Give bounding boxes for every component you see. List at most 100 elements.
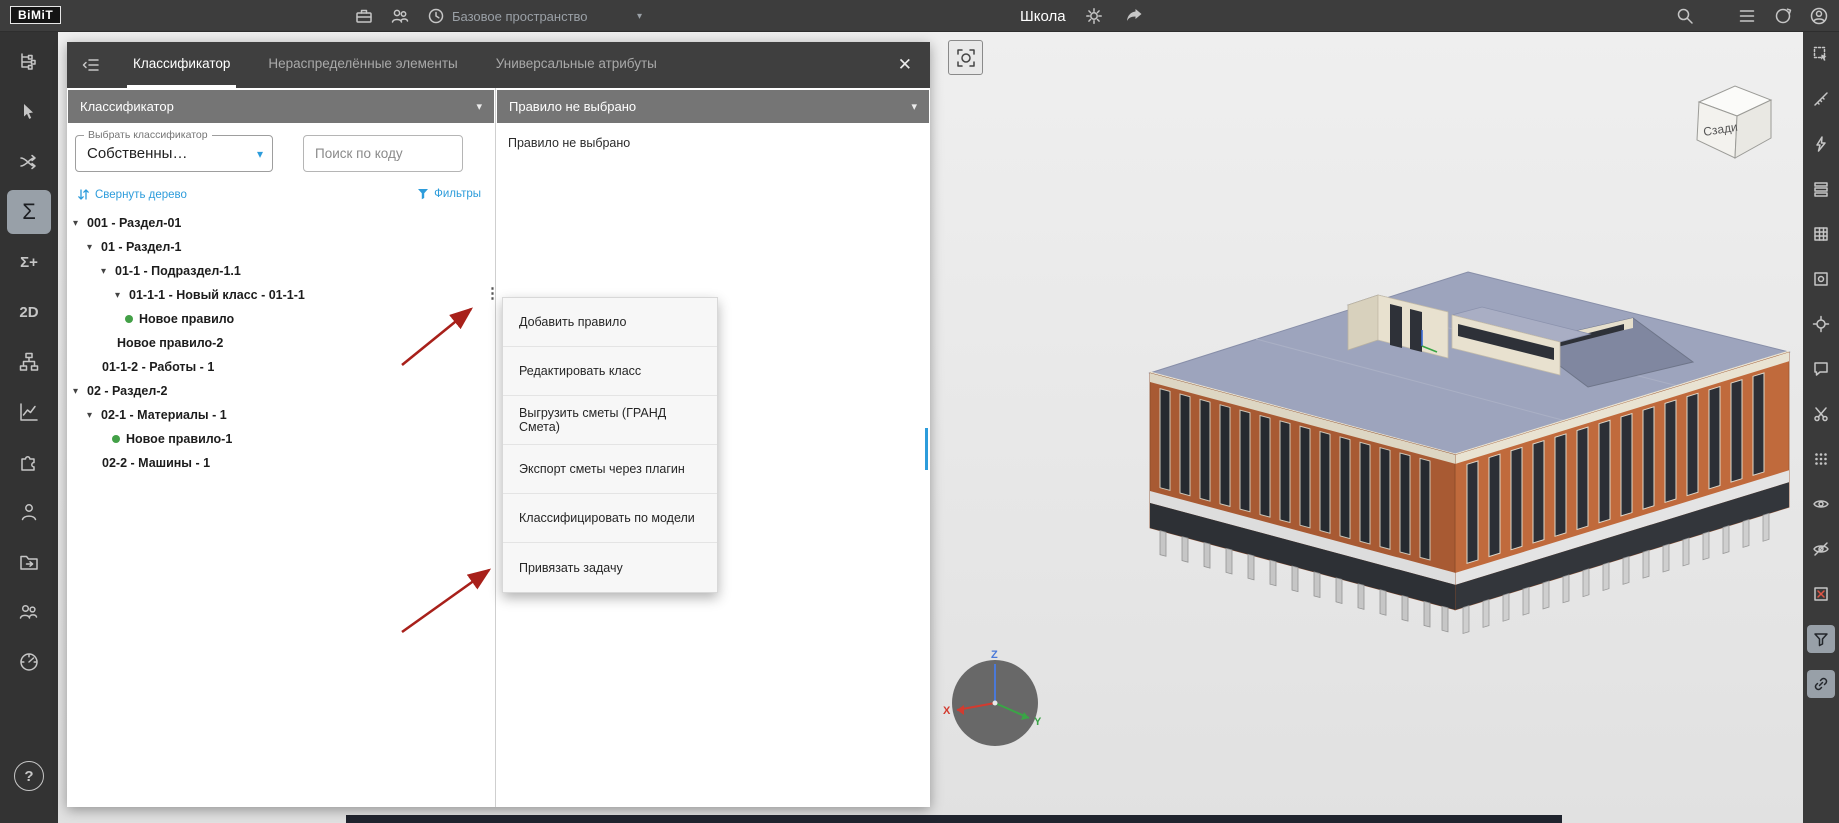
drawings-2d-button[interactable]: 2D (7, 290, 51, 334)
gear-icon (1085, 8, 1102, 24)
chevron-down-icon[interactable]: ▾ (87, 242, 101, 253)
storeys-icon (1814, 182, 1828, 197)
help-button[interactable]: ? (14, 761, 44, 791)
clear-selection-button[interactable] (1807, 580, 1835, 608)
sort-arrows-icon (78, 189, 89, 200)
rule-dot-icon (112, 435, 120, 443)
relations-button[interactable] (7, 140, 51, 184)
chevron-down-icon: ▾ (636, 10, 642, 22)
sum-plus-icon: Σ+ (20, 253, 38, 271)
region-button[interactable] (1807, 265, 1835, 293)
panel-tabbar: Классификатор Нераспределённые элементы … (67, 42, 930, 88)
classifier-section-header[interactable]: Классификатор ▾ (68, 90, 494, 123)
comment-icon (1814, 362, 1828, 376)
menu-item-classify-by-model[interactable]: Классифицировать по модели (503, 494, 717, 543)
tree-node-02-2-mashiny-1[interactable]: 02-2 - Машины - 1 (67, 451, 495, 475)
tree-node-02-1-materialy-1[interactable]: ▾ 02-1 - Материалы - 1 (67, 403, 495, 427)
rule-section-header[interactable]: Правило не выбрано ▾ (497, 90, 929, 123)
profile-button[interactable] (7, 490, 51, 534)
user-groups-button[interactable] (7, 590, 51, 634)
tab-unallocated-elements[interactable]: Нераспределённые элементы (262, 42, 463, 88)
show-elements-button[interactable] (1807, 490, 1835, 518)
tree-node-novoe-pravilo-1[interactable]: Новое правило-1 (67, 427, 495, 451)
apps-grid-button[interactable] (1807, 445, 1835, 473)
dashboard-button[interactable] (7, 640, 51, 684)
hierarchy-button[interactable] (7, 340, 51, 384)
filter-elements-button[interactable] (1807, 625, 1835, 653)
rule-dot-icon (125, 315, 133, 323)
project-title: Школа (1020, 7, 1066, 25)
menu-item-add-rule[interactable]: Добавить правило (503, 298, 717, 347)
tree-node-label: Новое правило (139, 312, 235, 326)
toolbox-button[interactable] (352, 4, 376, 28)
sync-status-button[interactable] (1771, 4, 1795, 28)
classifier-tool-button[interactable]: Σ (7, 190, 51, 234)
clip-button[interactable] (1807, 400, 1835, 428)
estimates-button[interactable]: Σ+ (7, 240, 51, 284)
share-button[interactable] (1122, 4, 1146, 28)
measure-button[interactable] (1807, 85, 1835, 113)
plugins-button[interactable] (7, 440, 51, 484)
code-search-input[interactable] (303, 135, 463, 172)
axis-z-label: Z (991, 649, 998, 661)
menu-item-bind-task[interactable]: Привязать задачу (503, 543, 717, 592)
axis-gizmo[interactable]: Z X Y (943, 649, 1042, 746)
tab-classifier[interactable]: Классификатор (127, 42, 237, 88)
search-button[interactable] (1673, 4, 1697, 28)
chevron-down-icon[interactable]: ▾ (87, 410, 101, 421)
tree-node-novoe-pravilo[interactable]: Новое правило (67, 307, 495, 331)
viewport-capture-button[interactable] (948, 40, 983, 75)
locate-icon (1812, 315, 1830, 333)
collapse-panel-icon[interactable] (81, 55, 101, 75)
app-logo[interactable]: BiMiT (10, 6, 62, 24)
workspace-selector[interactable]: Базовое пространство ▾ (452, 0, 642, 32)
close-panel-button[interactable]: ✕ (894, 55, 916, 75)
tab-universal-attributes[interactable]: Универсальные атрибуты (490, 42, 663, 88)
menu-item-export-estimates-grand[interactable]: Выгрузить сметы (ГРАНД Смета) (503, 396, 717, 445)
link-selection-button[interactable] (1807, 670, 1835, 698)
select-tool-button[interactable] (7, 90, 51, 134)
tree-node-01-1-podrazdel-1-1[interactable]: ▾ 01-1 - Подраздел-1.1 (67, 259, 495, 283)
tree-node-01-razdel-1[interactable]: ▾ 01 - Раздел-1 (67, 235, 495, 259)
storeys-button[interactable] (1807, 175, 1835, 203)
chevron-down-icon[interactable]: ▾ (101, 266, 115, 277)
account-button[interactable] (1807, 4, 1831, 28)
menu-item-export-estimate-plugin[interactable]: Экспорт сметы через плагин (503, 445, 717, 494)
classifier-column: Классификатор ▾ Выбрать классификатор Со… (67, 88, 500, 807)
locate-button[interactable] (1807, 310, 1835, 338)
chevron-down-icon[interactable]: ▾ (73, 218, 87, 229)
viewport-bottom-scrollbar[interactable] (346, 815, 1562, 823)
tree-node-01-1-2-raboty-1[interactable]: 01-1-2 - Работы - 1 (67, 355, 495, 379)
chevron-down-icon[interactable]: ▾ (115, 290, 129, 301)
quick-action-button[interactable] (1807, 130, 1835, 158)
collaboration-button[interactable] (388, 4, 412, 28)
classifier-select-label: Выбрать классификатор (84, 129, 212, 141)
class-context-menu: Добавить правило Редактировать класс Выг… (502, 297, 718, 593)
nav-cube[interactable]: Сзади (1685, 76, 1785, 173)
settings-button[interactable] (1082, 4, 1106, 28)
tree-node-001-razdel-01[interactable]: ▾ 001 - Раздел-01 (67, 211, 495, 235)
hide-elements-button[interactable] (1807, 535, 1835, 563)
classifier-select[interactable]: Выбрать классификатор Собственны… ▾ (75, 129, 273, 172)
comments-button[interactable] (1807, 355, 1835, 383)
chevron-down-icon[interactable]: ▾ (73, 386, 87, 397)
task-list-button[interactable] (1735, 4, 1759, 28)
history-button[interactable] (424, 4, 448, 28)
collapse-tree-link[interactable]: Свернуть дерево (77, 188, 187, 201)
left-toolbar: Σ Σ+ 2D ? (0, 32, 58, 823)
tree-node-novoe-pravilo-2[interactable]: Новое правило-2 (67, 331, 495, 355)
window-select-button[interactable] (1807, 40, 1835, 68)
filters-link[interactable]: Фильтры (417, 188, 481, 200)
menu-item-edit-class[interactable]: Редактировать класс (503, 347, 717, 396)
filters-label: Фильтры (434, 188, 481, 200)
panel-scrollbar-thumb[interactable] (925, 428, 928, 470)
analytics-button[interactable] (7, 390, 51, 434)
model-tree-button[interactable] (7, 40, 51, 84)
table-view-button[interactable] (1807, 220, 1835, 248)
users-icon (19, 604, 38, 619)
shared-projects-button[interactable] (7, 540, 51, 584)
search-icon (1677, 8, 1693, 24)
visibility-icon (1813, 500, 1829, 508)
tree-node-01-1-1-novyi-klass[interactable]: ▾ 01-1-1 - Новый класс - 01-1-1 ⋮ (67, 283, 500, 307)
tree-node-02-razdel-2[interactable]: ▾ 02 - Раздел-2 (67, 379, 495, 403)
